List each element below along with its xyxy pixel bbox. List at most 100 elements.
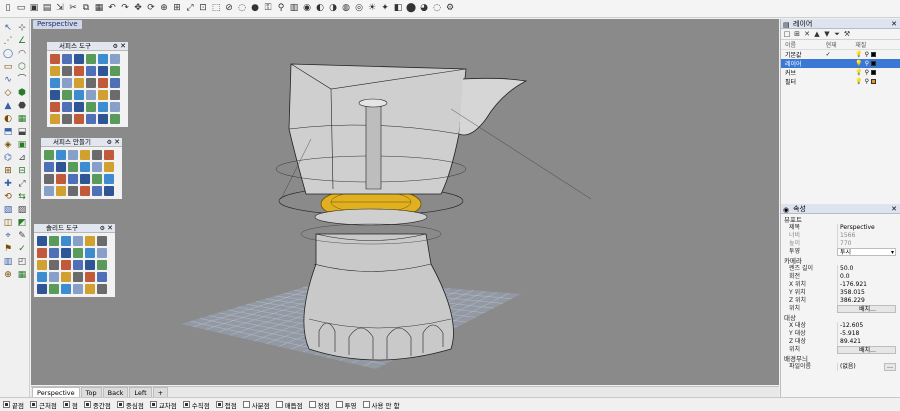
tool-icon[interactable] (98, 90, 108, 100)
bulb-icon[interactable]: 💡 (855, 69, 862, 76)
osnap-item[interactable]: 정점 (308, 400, 330, 410)
show-icon[interactable]: ● (249, 2, 261, 15)
filename-field[interactable]: (없음)… (837, 363, 900, 371)
properties-icon[interactable]: ◉ (301, 2, 313, 15)
tool-icon[interactable]: ✎ (16, 230, 28, 242)
tool-icon[interactable] (49, 284, 59, 294)
tool-icon[interactable]: ◠ (16, 48, 28, 60)
unlock-icon[interactable]: ⚲ (275, 2, 287, 15)
osnap-item[interactable]: 교차점 (149, 400, 177, 410)
tool-icon[interactable]: ▦ (16, 269, 28, 281)
prop-zpos-value[interactable]: 386.229 (837, 297, 900, 305)
close-icon[interactable]: ✕ (891, 204, 897, 214)
checkbox[interactable] (149, 401, 157, 408)
options-icon[interactable]: ⚙ (444, 2, 456, 15)
tool-icon[interactable] (62, 114, 72, 124)
checkbox[interactable] (335, 401, 343, 408)
osnap-item[interactable]: 중간점 (83, 400, 111, 410)
tool-icon[interactable]: ⊕ (2, 269, 14, 281)
tool-icon[interactable]: ◈ (2, 139, 14, 151)
cut-icon[interactable]: ✂ (67, 2, 79, 15)
lock-icon[interactable]: ⚿ (262, 2, 274, 15)
lock-icon[interactable]: ⚲ (863, 69, 871, 76)
osnap-item[interactable]: 사분점 (242, 400, 270, 410)
bulb-icon[interactable]: 💡 (855, 51, 862, 58)
osnap-item[interactable]: 매듭점 (275, 400, 303, 410)
tool-icon[interactable]: ▧ (2, 204, 14, 216)
osnap-item[interactable]: 접점 (215, 400, 237, 410)
zoom-selected-icon[interactable]: ⊡ (197, 2, 209, 15)
tool-icon[interactable] (110, 78, 120, 88)
tool-icon[interactable] (98, 54, 108, 64)
tool-icon[interactable] (97, 248, 107, 258)
tool-icon[interactable] (92, 174, 102, 184)
tool-icon[interactable] (86, 78, 96, 88)
tool-icon[interactable] (50, 66, 60, 76)
prop-ypos-value[interactable]: 358.015 (837, 289, 900, 297)
tool-icon[interactable] (37, 248, 47, 258)
close-icon[interactable]: ✕ (114, 138, 120, 147)
tool-icon[interactable] (61, 260, 71, 270)
projection-select[interactable]: 투시 ▾ (837, 248, 896, 256)
tool-icon[interactable] (104, 150, 114, 160)
tool-icon[interactable] (56, 174, 66, 184)
layer-current[interactable] (822, 77, 852, 86)
ghost-icon[interactable]: ◌ (431, 2, 443, 15)
layer-current[interactable]: ✓ (822, 50, 852, 60)
tool-icon[interactable] (97, 272, 107, 282)
tool-icon[interactable] (73, 272, 83, 282)
tool-icon[interactable] (44, 162, 54, 172)
palette-title[interactable]: 솔리드 도구 ⚙ ✕ (34, 224, 115, 233)
lock-icon[interactable]: ⚲ (863, 60, 871, 67)
tool-icon[interactable] (110, 90, 120, 100)
osnap-item[interactable]: 근처점 (29, 400, 57, 410)
tool-icon[interactable] (50, 78, 60, 88)
tool-icon[interactable] (61, 236, 71, 246)
tool-icon[interactable] (98, 78, 108, 88)
tool-icon[interactable] (80, 162, 90, 172)
layer-current[interactable] (821, 59, 852, 68)
open-file-icon[interactable]: ▭ (15, 2, 27, 15)
tool-icon[interactable] (80, 174, 90, 184)
tool-icon[interactable]: ▨ (16, 204, 28, 216)
lock-icon[interactable]: ⚲ (863, 78, 871, 85)
undo-icon[interactable]: ↶ (106, 2, 118, 15)
tool-icon[interactable]: ▭ (2, 61, 14, 73)
tool-icon[interactable] (86, 102, 96, 112)
checkbox[interactable] (62, 401, 70, 408)
tool-icon[interactable] (37, 260, 47, 270)
tool-icon[interactable]: ⊞ (2, 165, 14, 177)
surface-create-palette[interactable]: 서피스 만들기 ⚙ ✕ (40, 137, 123, 200)
tool-icon[interactable] (56, 162, 66, 172)
tool-icon[interactable]: ⟲ (2, 191, 14, 203)
tool-icon[interactable] (92, 186, 102, 196)
checkbox[interactable] (83, 401, 91, 408)
redo-icon[interactable]: ↷ (119, 2, 131, 15)
rotate-view-icon[interactable]: ⟳ (145, 2, 157, 15)
checkbox[interactable] (308, 401, 316, 408)
close-icon[interactable]: ✕ (891, 19, 897, 29)
osnap-item[interactable]: 투영 (335, 400, 357, 410)
checkbox[interactable] (242, 401, 250, 408)
tool-icon[interactable]: ◐ (2, 113, 14, 125)
coffee-pot-base[interactable] (303, 233, 454, 361)
tool-icon[interactable] (62, 102, 72, 112)
tool-icon[interactable] (49, 236, 59, 246)
filter-icon[interactable]: ⏷ (833, 30, 841, 39)
deselect-icon[interactable]: ⊘ (223, 2, 235, 15)
tool-icon[interactable] (50, 90, 60, 100)
tool-icon[interactable] (61, 248, 71, 258)
tool-icon[interactable] (68, 186, 78, 196)
tool-icon[interactable] (74, 66, 84, 76)
tool-icon[interactable] (68, 174, 78, 184)
tool-icon[interactable]: ⇆ (16, 191, 28, 203)
prop-rotation-value[interactable]: 0.0 (837, 273, 900, 281)
tool-icon[interactable]: ⤢ (16, 178, 28, 190)
new-file-icon[interactable]: ▯ (2, 2, 14, 15)
tool-icon[interactable] (73, 260, 83, 270)
palette-title[interactable]: 서피스 도구 ⚙ ✕ (47, 42, 128, 51)
place-target-button[interactable]: 배치... (837, 346, 896, 354)
tool-icon[interactable] (61, 272, 71, 282)
display-mode-icon[interactable]: ◧ (392, 2, 404, 15)
tool-icon[interactable]: ◇ (2, 87, 14, 99)
